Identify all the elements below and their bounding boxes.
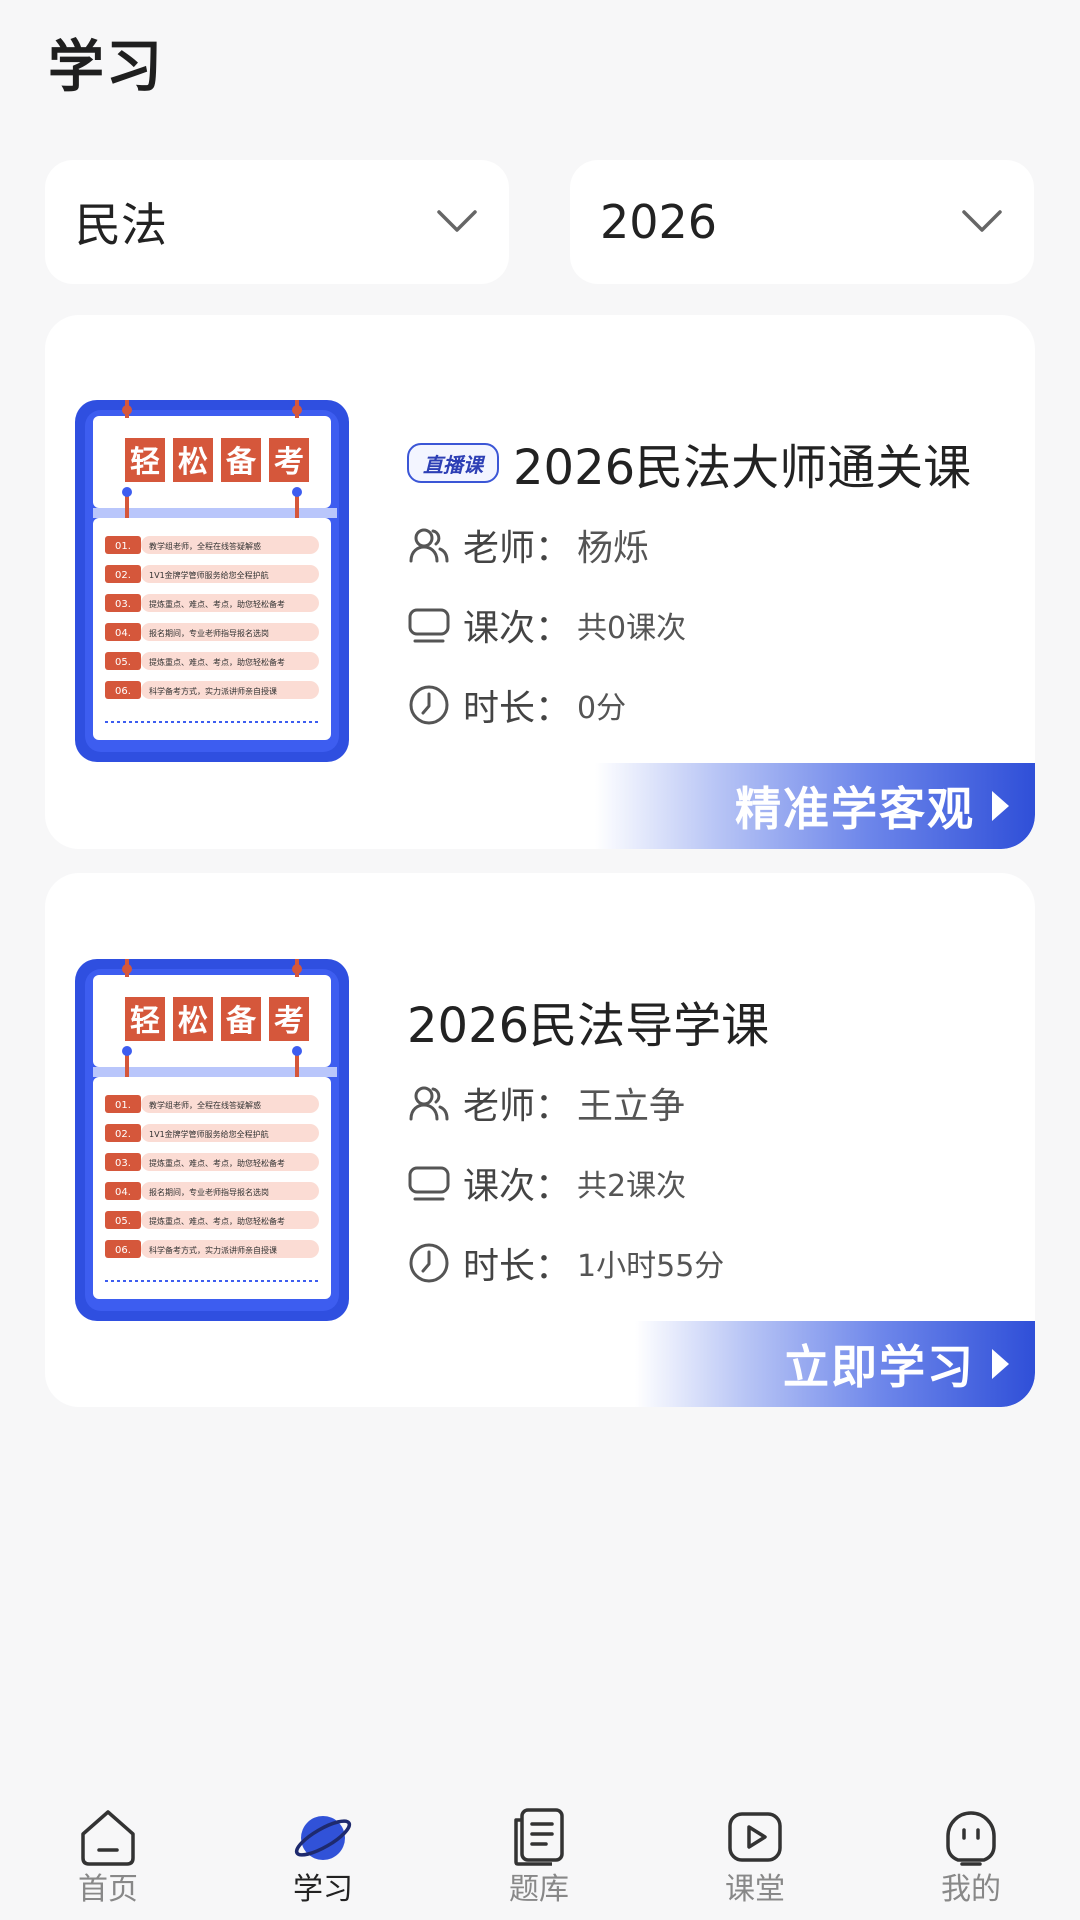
cover-item-no: 04. <box>115 1187 131 1198</box>
clock-icon <box>409 1243 449 1283</box>
course-card[interactable]: 轻 松 备 考 01. 教学组老师，全程在线答疑解惑 02. 1V1金牌学管师服… <box>45 315 1035 849</box>
cover-item-text: 教学组老师，全程在线答疑解惑 <box>149 1100 261 1110</box>
tab-label: 首页 <box>78 1872 138 1907</box>
cover-item-text: 报名期间，专业老师指导报名选岗 <box>149 1187 269 1197</box>
live-course-badge: 直播课 <box>407 443 499 483</box>
course-cover-image: 轻 松 备 考 01. 教学组老师，全程在线答疑解惑 02. 1V1金牌学管师服… <box>75 400 349 762</box>
cover-item-text: 提炼重点、难点、考点，助您轻松备考 <box>149 1158 285 1168</box>
cover-item-text: 科学备考方式，实力派讲师亲自授课 <box>149 686 277 696</box>
cover-banner-char: 松 <box>178 445 208 480</box>
sessions-label: 课次： <box>463 1166 572 1207</box>
play-arrow-icon <box>992 791 1009 821</box>
year-dropdown[interactable]: 2026 <box>570 160 1034 284</box>
course-card[interactable]: 轻 松 备 考 01. 教学组老师，全程在线答疑解惑 02. 1V1金牌学管师服… <box>45 873 1035 1407</box>
page-title: 学习 <box>48 35 164 100</box>
tab-label: 学习 <box>293 1872 353 1907</box>
tab-label: 课堂 <box>725 1872 785 1907</box>
duration-value: 1小时55分 <box>577 1249 725 1284</box>
tab-label: 我的 <box>941 1872 1001 1907</box>
play-arrow-icon <box>992 1349 1009 1379</box>
cover-banner-char: 松 <box>178 1004 208 1039</box>
cover-banner-char: 考 <box>274 445 304 480</box>
cover-item-no: 06. <box>115 1245 131 1256</box>
cover-banner-char: 备 <box>226 445 257 480</box>
sessions-value: 共0课次 <box>577 611 687 646</box>
start-learning-button[interactable]: 立即学习 <box>635 1321 1035 1407</box>
duration-value: 0分 <box>577 691 627 726</box>
cover-item-text: 1V1金牌学管师服务给您全程护航 <box>149 1129 269 1139</box>
sessions-label: 课次： <box>463 608 572 649</box>
duration-label: 时长： <box>463 1246 572 1287</box>
planet-icon <box>294 1816 352 1860</box>
cover-item-text: 提炼重点、难点、考点，助您轻松备考 <box>149 657 285 667</box>
cover-item-text: 提炼重点、难点、考点，助您轻松备考 <box>149 599 285 609</box>
cover-item-no: 03. <box>115 1158 131 1169</box>
bottom-tab-bar: 首页 学习 题库 课堂 我的 <box>0 1786 1080 1920</box>
cover-banner-char: 备 <box>226 1004 257 1039</box>
cta-label: 精准学客观 <box>735 782 975 836</box>
tab-profile[interactable]: 我的 <box>911 1786 1031 1908</box>
cover-banner-char: 轻 <box>130 1004 160 1039</box>
course-title: 2026民法导学课 <box>407 998 770 1054</box>
profile-icon <box>946 1811 996 1866</box>
cta-label: 立即学习 <box>783 1340 975 1394</box>
teacher-label: 老师： <box>463 528 572 569</box>
teacher-name: 王立争 <box>577 1086 686 1127</box>
home-icon <box>81 1810 135 1866</box>
sessions-value: 共2课次 <box>577 1169 687 1204</box>
cover-item-no: 05. <box>115 657 131 668</box>
teacher-label: 老师： <box>463 1086 572 1127</box>
course-title: 2026民法大师通关课 <box>513 440 972 496</box>
cover-item-text: 科学备考方式，实力派讲师亲自授课 <box>149 1245 277 1255</box>
subject-dropdown[interactable]: 民法 <box>45 160 509 284</box>
cover-item-text: 提炼重点、难点、考点，助您轻松备考 <box>149 1216 285 1226</box>
cover-item-no: 05. <box>115 1216 131 1227</box>
tab-label: 题库 <box>509 1872 569 1907</box>
tab-question-bank[interactable]: 题库 <box>479 1786 599 1908</box>
cover-item-no: 06. <box>115 686 131 697</box>
cover-item-text: 报名期间，专业老师指导报名选岗 <box>149 628 269 638</box>
clock-icon <box>409 685 449 725</box>
subject-dropdown-value: 民法 <box>75 198 167 252</box>
cover-item-no: 01. <box>115 541 131 552</box>
cover-item-no: 02. <box>115 1129 131 1140</box>
teacher-name: 杨烁 <box>577 528 650 569</box>
course-cover-image: 轻 松 备 考 01. 教学组老师，全程在线答疑解惑 02. 1V1金牌学管师服… <box>75 959 349 1321</box>
play-icon <box>728 1812 782 1862</box>
cover-item-text: 1V1金牌学管师服务给您全程护航 <box>149 570 269 580</box>
precise-study-button[interactable]: 精准学客观 <box>595 763 1035 849</box>
cover-banner-char: 考 <box>274 1004 304 1039</box>
tab-classroom[interactable]: 课堂 <box>695 1786 815 1908</box>
question-bank-icon <box>514 1808 564 1866</box>
cover-item-text: 教学组老师，全程在线答疑解惑 <box>149 541 261 551</box>
cover-item-no: 04. <box>115 628 131 639</box>
cover-banner-char: 轻 <box>130 445 160 480</box>
tab-study[interactable]: 学习 <box>263 1786 383 1908</box>
cover-item-no: 03. <box>115 599 131 610</box>
duration-label: 时长： <box>463 688 572 729</box>
tab-home[interactable]: 首页 <box>48 1786 168 1908</box>
chevron-down-icon <box>962 210 1002 232</box>
cover-item-no: 02. <box>115 570 131 581</box>
teacher-icon <box>409 1086 449 1121</box>
year-dropdown-value: 2026 <box>600 195 718 249</box>
chevron-down-icon <box>437 210 477 232</box>
lessons-icon <box>408 1166 450 1201</box>
lessons-icon <box>408 608 450 643</box>
teacher-icon <box>409 528 449 563</box>
cover-item-no: 01. <box>115 1100 131 1111</box>
